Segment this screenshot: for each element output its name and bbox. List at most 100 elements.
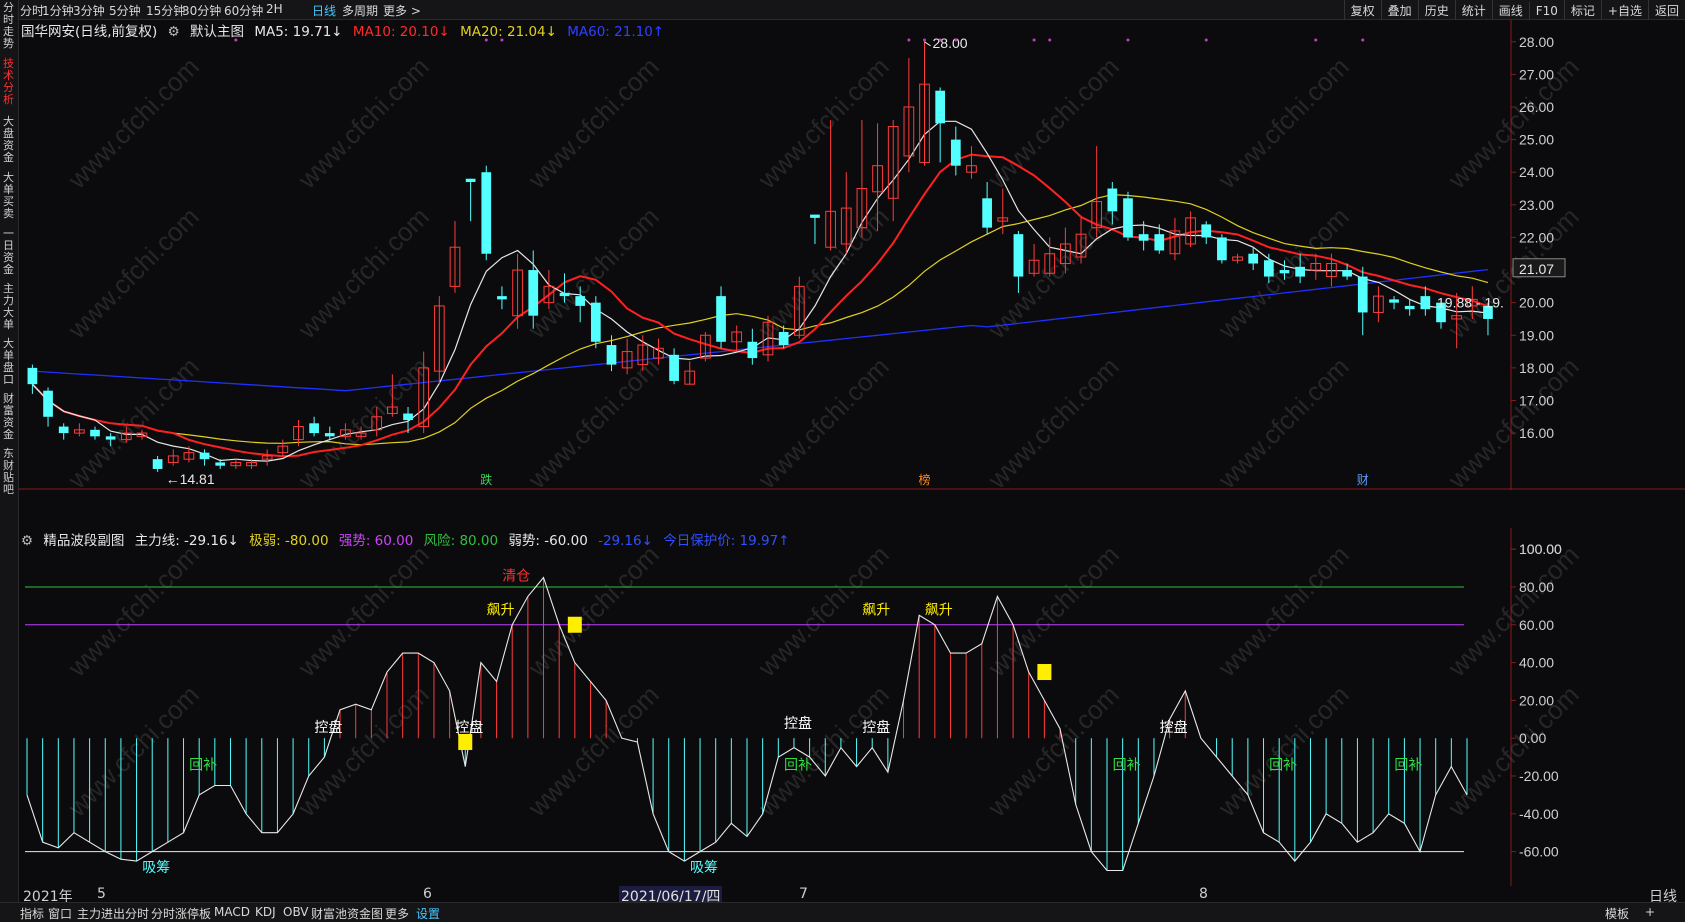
chart-tools: 复权 叠加 历史 统计 画线 F10 标记 +自选 返回 bbox=[1343, 0, 1685, 21]
bottom-tab-0[interactable]: 指标 bbox=[20, 905, 44, 922]
indicator-chart[interactable]: www.cfchi.com www.cfchi.com www.cfchi.com w… bbox=[19, 528, 1685, 886]
value2-label: -29.16↓ bbox=[598, 533, 653, 549]
tool-0[interactable]: 复权 bbox=[1343, 0, 1381, 21]
period-6[interactable]: 60分钟 bbox=[224, 2, 263, 19]
bottom-tab-8[interactable]: 更多 bbox=[385, 905, 409, 922]
leftnav-item-7[interactable]: 财富资金 bbox=[1, 393, 16, 441]
tool-5[interactable]: F10 bbox=[1528, 2, 1564, 20]
tool-6[interactable]: 标记 bbox=[1563, 0, 1601, 21]
signal-label-9: 控盘 bbox=[784, 715, 812, 731]
period-10[interactable]: 更多 > bbox=[383, 2, 421, 19]
candle-body-down bbox=[403, 413, 413, 421]
indicator-name[interactable]: 精品波段副图 bbox=[43, 533, 124, 549]
candle-body-down bbox=[43, 390, 53, 417]
period-2[interactable]: 3分钟 bbox=[73, 2, 105, 19]
candle-body-down bbox=[575, 296, 586, 306]
main-line-label: 主力线: -29.16↓ bbox=[134, 533, 239, 549]
stock-title[interactable]: 国华网安(日线,前复权) bbox=[21, 24, 157, 40]
candle-body-down bbox=[1263, 260, 1274, 277]
leftnav-item-5[interactable]: 主力大单 bbox=[1, 283, 16, 331]
period-1[interactable]: 1分钟 bbox=[42, 2, 74, 19]
template-settings-icon[interactable]: ⚙ bbox=[168, 24, 180, 40]
price-chart[interactable]: www.cfchi.com www.cfchi.com www.cfchi.com w… bbox=[19, 20, 1685, 490]
template-name[interactable]: 默认主图 bbox=[190, 24, 244, 40]
bottom-tab-9[interactable]: 设置 bbox=[416, 905, 440, 922]
tool-2[interactable]: 历史 bbox=[1417, 0, 1455, 21]
signal-label-4: 回补 bbox=[1113, 757, 1141, 773]
ma5-label: MA5: 19.71↓ bbox=[254, 24, 343, 40]
period-4[interactable]: 15分钟 bbox=[146, 2, 185, 19]
period-7[interactable]: 2H bbox=[266, 2, 283, 16]
bottom-right-0[interactable]: 模板 bbox=[1605, 905, 1629, 922]
period-5[interactable]: 30分钟 bbox=[182, 2, 221, 19]
bottom-tab-5[interactable]: KDJ bbox=[255, 905, 276, 919]
price-tick-label: 22.00 bbox=[1519, 229, 1554, 245]
sub-tick-label: 100.00 bbox=[1519, 541, 1562, 557]
leftnav-item-2[interactable]: 大盘资金 bbox=[1, 116, 16, 164]
period-9[interactable]: 多周期 bbox=[342, 2, 378, 19]
candle-body-down bbox=[669, 354, 679, 381]
candle-body-down bbox=[27, 367, 38, 385]
leftnav-item-6[interactable]: 大单盘口 bbox=[1, 338, 16, 386]
tool-1[interactable]: 叠加 bbox=[1380, 0, 1418, 21]
event-dot bbox=[923, 38, 927, 42]
sub-tick-label: 40.00 bbox=[1519, 655, 1554, 671]
low-price-label: ←14.81 bbox=[166, 471, 215, 487]
candle-body-down bbox=[90, 429, 100, 437]
leftnav-item-0[interactable]: 分时走势 bbox=[1, 2, 16, 50]
tool-7[interactable]: +自选 bbox=[1600, 0, 1648, 21]
period-8[interactable]: 日线 bbox=[312, 2, 336, 19]
candle-body-down bbox=[58, 426, 69, 434]
leftnav-item-1[interactable]: 技术分析 bbox=[1, 58, 16, 106]
date-july: 7 bbox=[799, 886, 808, 902]
candle-body-down bbox=[810, 214, 820, 218]
date-june: 6 bbox=[423, 886, 432, 902]
tool-8[interactable]: 返回 bbox=[1647, 0, 1685, 21]
period-toolbar: 分时 1分钟 3分钟 5分钟 15分钟 30分钟 60分钟 2H 日线 多周期 更多 > 复权 叠加历… bbox=[0, 0, 1685, 21]
price-tick-label: 17.00 bbox=[1519, 392, 1554, 408]
candle-body-down bbox=[152, 459, 163, 469]
bottom-tab-2[interactable]: 主力进出分时 bbox=[77, 905, 149, 922]
jiruo-label: 极弱: -80.00 bbox=[249, 533, 329, 549]
bottom-right-1[interactable]: + bbox=[1645, 905, 1655, 919]
leftnav-item-4[interactable]: 一日资金 bbox=[1, 228, 16, 276]
fengxian-label: 风险: 80.00 bbox=[423, 533, 499, 549]
period-3[interactable]: 5分钟 bbox=[109, 2, 141, 19]
left-navigation: 分时走势技术分析大盘资金大单买卖一日资金主力大单大单盘口财富资金东财贴吧 bbox=[0, 0, 19, 921]
event-dot bbox=[1314, 38, 1318, 42]
badge-2: 财 bbox=[1357, 473, 1369, 487]
bottom-tab-6[interactable]: OBV bbox=[283, 905, 309, 919]
signal-label-1: 吸筹 bbox=[690, 859, 718, 875]
candle-body-down bbox=[481, 172, 492, 254]
candle-body-down bbox=[935, 90, 946, 124]
candle-body-down bbox=[1201, 224, 1212, 238]
sub-tick-label: -40.00 bbox=[1519, 806, 1559, 822]
bottom-tab-7[interactable]: 财富池资金图 bbox=[311, 905, 383, 922]
leftnav-item-3[interactable]: 大单买卖 bbox=[1, 172, 16, 220]
candle-body-down bbox=[465, 178, 476, 182]
indicator-settings-icon[interactable]: ⚙ bbox=[21, 533, 33, 549]
candle-body-down bbox=[1107, 188, 1118, 212]
signal-label-12: 飙升 bbox=[487, 602, 515, 618]
signal-label-10: 控盘 bbox=[862, 719, 890, 735]
event-dot bbox=[1126, 38, 1130, 42]
price-tick-label: 25.00 bbox=[1519, 132, 1554, 148]
ma10-label: MA10: 20.10↓ bbox=[352, 24, 450, 40]
period-0[interactable]: 分时 bbox=[20, 2, 44, 19]
bottom-tab-1[interactable]: 窗口 bbox=[48, 905, 72, 922]
candle-body-down bbox=[324, 433, 335, 437]
candle-body-down bbox=[1420, 296, 1431, 310]
bottom-tab-4[interactable]: MACD bbox=[214, 905, 250, 919]
signal-label-2: 回补 bbox=[189, 757, 217, 773]
signal-label-11: 控盘 bbox=[1160, 719, 1188, 735]
tool-4[interactable]: 画线 bbox=[1491, 0, 1529, 21]
event-dot bbox=[938, 38, 942, 42]
bottom-tab-3[interactable]: 分时涨停板 bbox=[151, 905, 211, 922]
price-tick-label: 18.00 bbox=[1519, 360, 1554, 376]
ma60-label: MA60: 21.10↑ bbox=[567, 24, 665, 40]
event-dot bbox=[1204, 38, 1208, 42]
tool-3[interactable]: 统计 bbox=[1454, 0, 1492, 21]
candle-body-down bbox=[1357, 276, 1368, 313]
sub-tick-label: 80.00 bbox=[1519, 579, 1554, 595]
leftnav-item-8[interactable]: 东财贴吧 bbox=[1, 448, 16, 496]
